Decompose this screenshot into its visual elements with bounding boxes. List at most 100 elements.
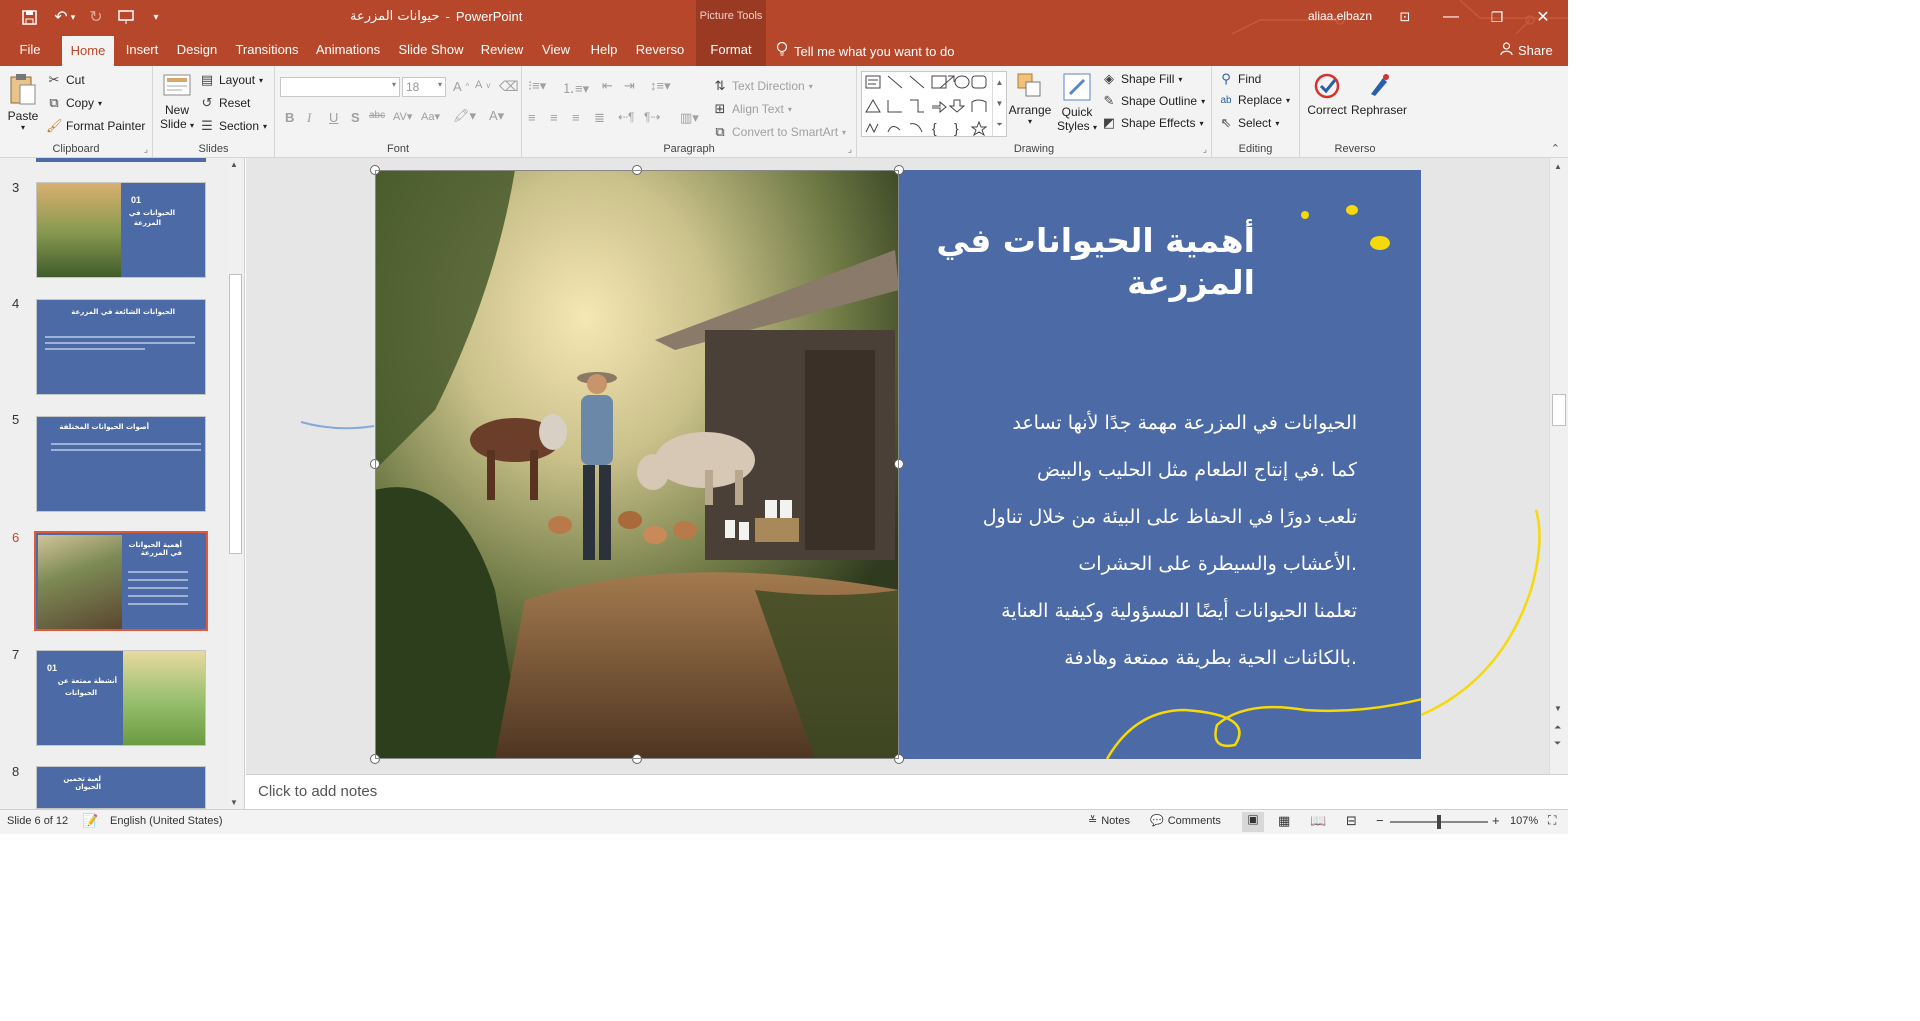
restore-icon[interactable]: ❐ (1486, 6, 1508, 28)
change-case-icon[interactable]: Aa▾ (421, 110, 440, 123)
notes-button[interactable]: ≚ Notes (1088, 814, 1130, 828)
resize-handle-right[interactable] (894, 459, 904, 469)
notes-placeholder[interactable]: Click to add notes (258, 783, 377, 800)
thumbnail-scroll-thumb[interactable] (229, 274, 242, 554)
arrange-button[interactable]: Arrange ▾ (1007, 72, 1053, 126)
italic-icon[interactable]: I (307, 110, 311, 126)
language-indicator[interactable]: English (United States) (110, 815, 223, 827)
new-slide-dropdown-icon[interactable]: ▾ (190, 121, 194, 130)
align-center-icon[interactable]: ≡ (550, 110, 558, 125)
align-right-icon[interactable]: ≡ (572, 110, 580, 125)
decrease-indent-icon[interactable]: ⇤ (602, 78, 613, 94)
resize-handle-left[interactable] (370, 459, 380, 469)
highlight-icon[interactable]: 🖍▾ (453, 108, 476, 124)
start-slideshow-icon[interactable] (115, 6, 137, 28)
tab-home[interactable]: Home (62, 36, 114, 66)
character-spacing-icon[interactable]: AV▾ (393, 110, 412, 123)
save-icon[interactable] (18, 6, 40, 28)
tab-animations[interactable]: Animations (312, 34, 384, 66)
shapes-gallery[interactable]: {} ▲ ▼ ⏷ (861, 71, 1007, 137)
thumbnail-slide-4[interactable]: الحيوانات الشائعة في المزرعة (36, 299, 206, 395)
align-left-icon[interactable]: ≡ (528, 110, 536, 125)
shape-effects-button[interactable]: ◩ Shape Effects ▾ (1101, 115, 1204, 131)
thumbnail-scrollbar[interactable]: ▲ ▼ (228, 158, 243, 809)
resize-handle-top-right[interactable] (894, 165, 904, 175)
thumbnail-slide-6-selected[interactable]: أهمية الحيوانات في المزرعة (34, 531, 208, 631)
layout-button[interactable]: ▤ Layout ▾ (199, 72, 263, 88)
copy-dropdown-icon[interactable]: ▾ (98, 99, 102, 108)
scroll-up-icon[interactable]: ▲ (230, 160, 238, 169)
fit-to-window-icon[interactable]: ⛶ (1548, 813, 1556, 828)
tab-review[interactable]: Review (476, 34, 528, 66)
shape-outline-button[interactable]: ✎ Shape Outline ▾ (1101, 93, 1206, 109)
collapse-ribbon-icon[interactable]: ⌃ (1551, 142, 1560, 155)
user-name[interactable]: aliaa.elbazn (1308, 9, 1372, 23)
ribbon-display-options-icon[interactable]: ⊡ (1394, 6, 1416, 28)
cut-button[interactable]: ✂ Cut (46, 72, 85, 88)
font-size-box[interactable]: 18 ▾ (402, 77, 446, 97)
rephraser-button[interactable]: Rephraser (1350, 72, 1408, 117)
correct-button[interactable]: Correct (1304, 72, 1350, 117)
tab-format[interactable]: Format (696, 34, 766, 66)
rtl-paragraph-icon[interactable]: ⇠¶ (618, 110, 635, 124)
ltr-paragraph-icon[interactable]: ¶⇢ (644, 110, 661, 124)
zoom-in-icon[interactable]: + (1492, 813, 1500, 828)
font-color-icon[interactable]: A▾ (489, 108, 504, 124)
spell-check-icon[interactable]: 📝 (82, 813, 98, 829)
drawing-launcher-icon[interactable]: ⌟ (1203, 144, 1207, 155)
format-painter-button[interactable]: 🖌 Format Painter (46, 118, 145, 134)
scroll-down-icon[interactable]: ▼ (230, 798, 238, 807)
text-direction-button[interactable]: ⇅ Text Direction ▾ (712, 78, 813, 94)
strikethrough-icon[interactable]: abc (369, 110, 385, 121)
zoom-slider-thumb[interactable] (1437, 815, 1441, 829)
slide-scrollbar[interactable]: ▲ ▼ ⏶ ⏷ (1549, 158, 1568, 774)
customize-qat-icon[interactable]: ▾ (145, 6, 167, 28)
increase-indent-icon[interactable]: ⇥ (624, 78, 635, 94)
reading-view-icon[interactable]: 📖 (1310, 813, 1326, 829)
bullets-icon[interactable]: ⁝≡▾ (528, 78, 546, 94)
tab-insert[interactable]: Insert (120, 34, 164, 66)
redo-icon[interactable]: ↻ (85, 6, 107, 28)
slide-sorter-icon[interactable]: ▦ (1278, 813, 1290, 829)
thumbnail-slide-3[interactable]: 01 الحيوانات في المزرعة (36, 182, 206, 278)
resize-handle-bottom-right[interactable] (894, 754, 904, 764)
slide-body-text[interactable]: الحيوانات في المزرعة مهمة جدًا لأنها تسا… (945, 400, 1357, 682)
convert-smartart-button[interactable]: ⧉ Convert to SmartArt ▾ (712, 124, 846, 140)
tab-design[interactable]: Design (172, 34, 222, 66)
underline-icon[interactable]: U (329, 110, 338, 125)
normal-view-icon[interactable]: ▣ (1242, 812, 1264, 832)
decrease-font-size-icon[interactable]: Av (475, 79, 490, 91)
resize-handle-bottom[interactable] (632, 754, 642, 764)
numbering-icon[interactable]: ⒈≡▾ (562, 78, 589, 97)
slideshow-view-icon[interactable]: ⊟ (1346, 813, 1357, 829)
next-slide-icon[interactable]: ⏷ (1554, 738, 1561, 749)
zoom-level[interactable]: 107% (1510, 815, 1538, 827)
close-icon[interactable]: ✕ (1532, 6, 1554, 28)
font-name-box[interactable]: ▾ (280, 77, 400, 97)
share-button[interactable]: Share (1500, 42, 1553, 59)
resize-handle-top[interactable] (632, 165, 642, 175)
resize-handle-top-left[interactable] (370, 165, 380, 175)
shapes-gallery-scroll[interactable]: ▲ ▼ ⏷ (992, 72, 1006, 136)
undo-dropdown-icon[interactable]: ▾ (67, 6, 79, 28)
align-text-button[interactable]: ⊞ Align Text ▾ (712, 101, 792, 117)
paragraph-launcher-icon[interactable]: ⌟ (848, 144, 852, 155)
slide-scroll-thumb[interactable] (1552, 394, 1566, 426)
bold-icon[interactable]: B (285, 110, 294, 125)
shadow-icon[interactable]: S (351, 110, 360, 125)
tab-file[interactable]: File (10, 34, 50, 66)
line-spacing-icon[interactable]: ↕≡▾ (650, 78, 671, 94)
font-name-dropdown-icon[interactable]: ▾ (392, 80, 396, 89)
find-button[interactable]: ⚲ Find (1218, 71, 1261, 87)
clear-formatting-icon[interactable]: ⌫ (499, 78, 519, 95)
thumbnail-slide-8[interactable]: لعبة تخمين الحيوان (36, 766, 206, 809)
clipboard-launcher-icon[interactable]: ⌟ (144, 144, 148, 155)
notes-pane[interactable]: Click to add notes (246, 774, 1568, 809)
shape-fill-button[interactable]: ◈ Shape Fill ▾ (1101, 71, 1182, 87)
previous-slide-icon[interactable]: ⏶ (1554, 722, 1561, 733)
resize-handle-bottom-left[interactable] (370, 754, 380, 764)
tab-transitions[interactable]: Transitions (232, 34, 302, 66)
tab-help[interactable]: Help (584, 34, 624, 66)
slide-title[interactable]: أهمية الحيوانات في المزرعة (935, 220, 1255, 304)
minimize-icon[interactable]: — (1440, 6, 1462, 28)
